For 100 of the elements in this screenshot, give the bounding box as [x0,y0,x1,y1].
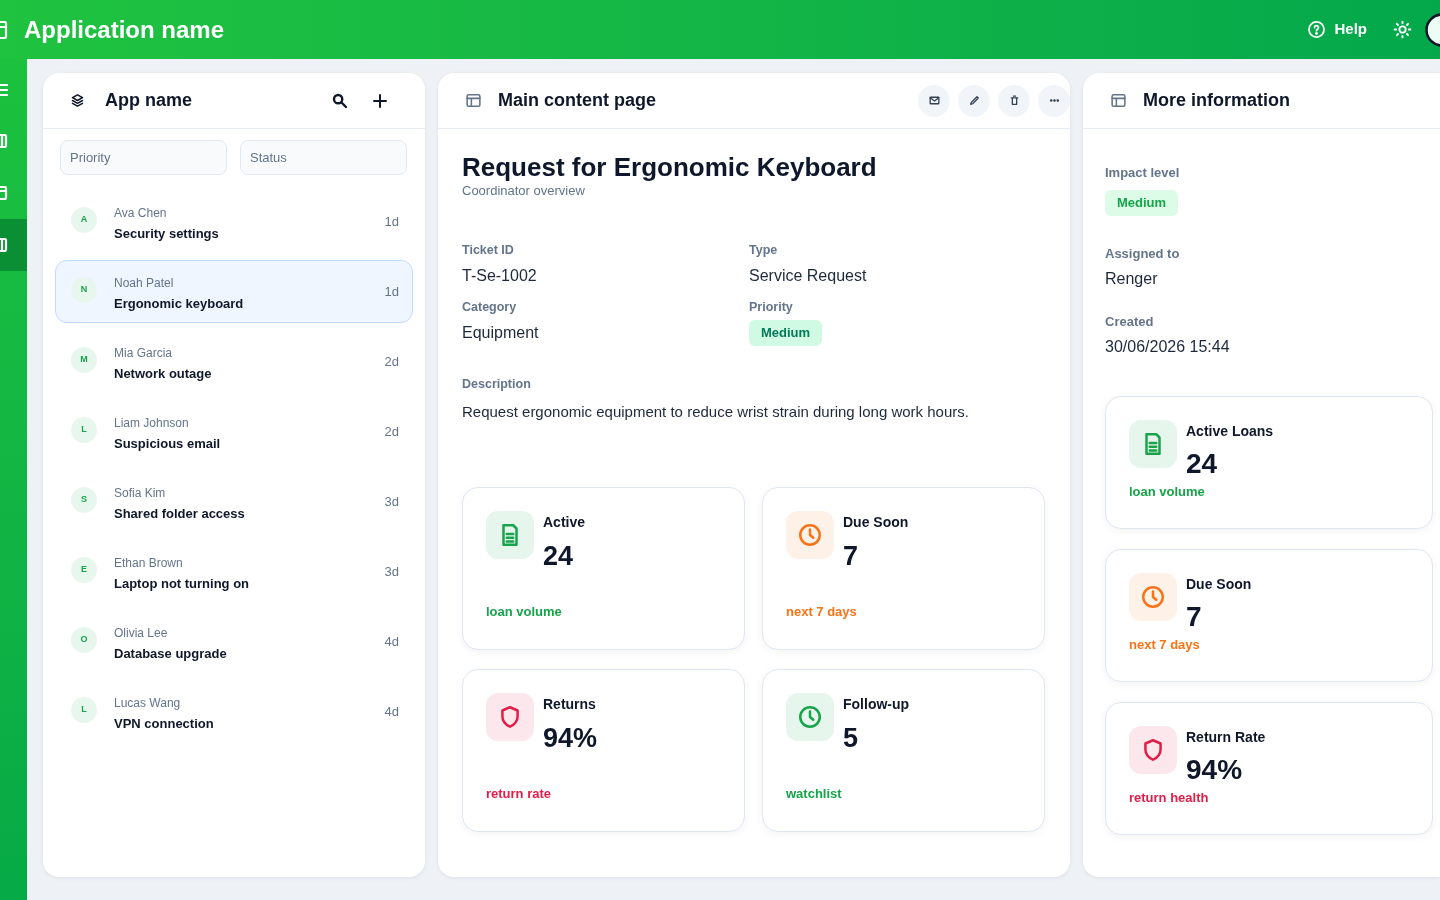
table-icon [1110,92,1127,109]
page-subheading: Coordinator overview [462,183,585,199]
request-age: 1d [384,282,399,301]
stat-caption: loan volume [486,604,562,620]
request-title: VPN connection [114,715,214,732]
search-button[interactable] [331,91,349,110]
envelope-icon [927,94,941,107]
stat-title: Returns [543,695,596,713]
clock-icon [1129,573,1177,621]
avatar: O [71,627,97,653]
edit-button[interactable] [958,84,990,117]
description-text: Request ergonomic equipment to reduce wrist strain during long work hours. [462,402,969,422]
requester-name: Mia Garcia [114,345,172,361]
stat-value: 24 [543,541,574,571]
nav-item[interactable] [0,219,27,271]
field-value: Service Request [749,266,867,286]
requester-name: Sofia Kim [114,485,166,501]
avatar: L [71,697,97,723]
field-label: Description [462,376,531,392]
field-label: Category [462,299,517,315]
stat-title: Return Rate [1186,728,1266,746]
field-value: 30/06/2026 15:44 [1105,337,1230,357]
field-label: Created [1105,314,1154,330]
layout-icon [0,238,8,252]
request-item[interactable]: N Noah Patel Ergonomic keyboard 1d [55,260,413,323]
stat-title: Follow-up [843,695,910,713]
request-age: 2d [384,422,399,441]
request-title: Database upgrade [114,645,227,662]
window-icon [0,20,8,39]
document-icon [486,511,534,559]
stat-caption: next 7 days [786,604,857,620]
field-value: T-Se-1002 [462,266,537,286]
stat-caption: loan volume [1129,484,1205,500]
avatar: A [71,207,97,233]
avatar: S [71,487,97,513]
shield-icon [486,693,534,741]
add-button[interactable] [371,91,389,110]
stat-value: 7 [1186,601,1202,633]
stat-value: 5 [843,723,859,753]
stat-caption: next 7 days [1129,637,1200,653]
settings-button[interactable] [1393,20,1412,39]
search-icon [331,91,349,110]
avatar: N [71,277,97,303]
request-age: 4d [384,632,399,651]
requester-name: Ava Chen [114,205,167,221]
stat-value: 94% [1186,754,1243,786]
requester-name: Ethan Brown [114,555,183,571]
panel-title: App name [105,89,192,112]
request-title: Security settings [114,225,219,242]
request-age: 2d [384,352,399,371]
avatar: M [71,347,97,373]
avatar: E [71,557,97,583]
shield-icon [1129,726,1177,774]
requester-name: Lucas Wang [114,695,181,711]
panel-title: Main content page [498,89,656,112]
stat-value: 94% [543,723,598,753]
request-title: Shared folder access [114,505,245,522]
stat-caption: watchlist [786,786,842,802]
menu-icon [0,84,8,96]
field-label: Ticket ID [462,242,514,258]
stat-title: Active [543,513,586,531]
layout-icon [0,134,8,148]
requester-name: Noah Patel [114,275,174,291]
sun-icon [1393,20,1412,39]
plus-icon [371,91,389,110]
document-icon [1129,420,1177,468]
filter-field[interactable]: Priority [60,140,227,175]
avatar-icon[interactable] [1424,12,1440,47]
page-heading: Request for Ergonomic Keyboard [462,151,877,183]
field-label: Impact level [1105,165,1180,181]
request-title: Network outage [114,365,212,382]
field-label: Priority [749,299,793,315]
request-age: 3d [384,492,399,511]
app-title: Application name [24,14,225,45]
avatar: L [71,417,97,443]
pencil-icon [967,94,981,107]
stat-value: 24 [1186,448,1218,480]
stat-caption: return health [1129,790,1209,806]
email-button[interactable] [918,84,950,117]
request-age: 1d [384,212,399,231]
stat-title: Due Soon [843,513,909,531]
field-value: Equipment [462,323,539,343]
stat-title: Active Loans [1186,422,1274,440]
clock-icon [786,693,834,741]
request-title: Laptop not turning on [114,575,249,592]
request-title: Ergonomic keyboard [114,295,244,312]
stat-caption: return rate [486,786,552,802]
layout-icon [0,186,8,200]
priority-badge: Medium [1105,190,1179,216]
table-icon [465,92,482,109]
delete-button[interactable] [998,84,1030,117]
request-age: 3d [384,562,399,581]
field-label: Assigned to [1105,246,1180,262]
clock-icon [786,511,834,559]
field-value: Renger [1105,269,1158,289]
requester-name: Liam Johnson [114,415,189,431]
requester-name: Olivia Lee [114,625,168,641]
filter-field[interactable]: Status [240,140,407,175]
stat-value: 7 [843,541,859,571]
help-icon [1307,20,1327,39]
